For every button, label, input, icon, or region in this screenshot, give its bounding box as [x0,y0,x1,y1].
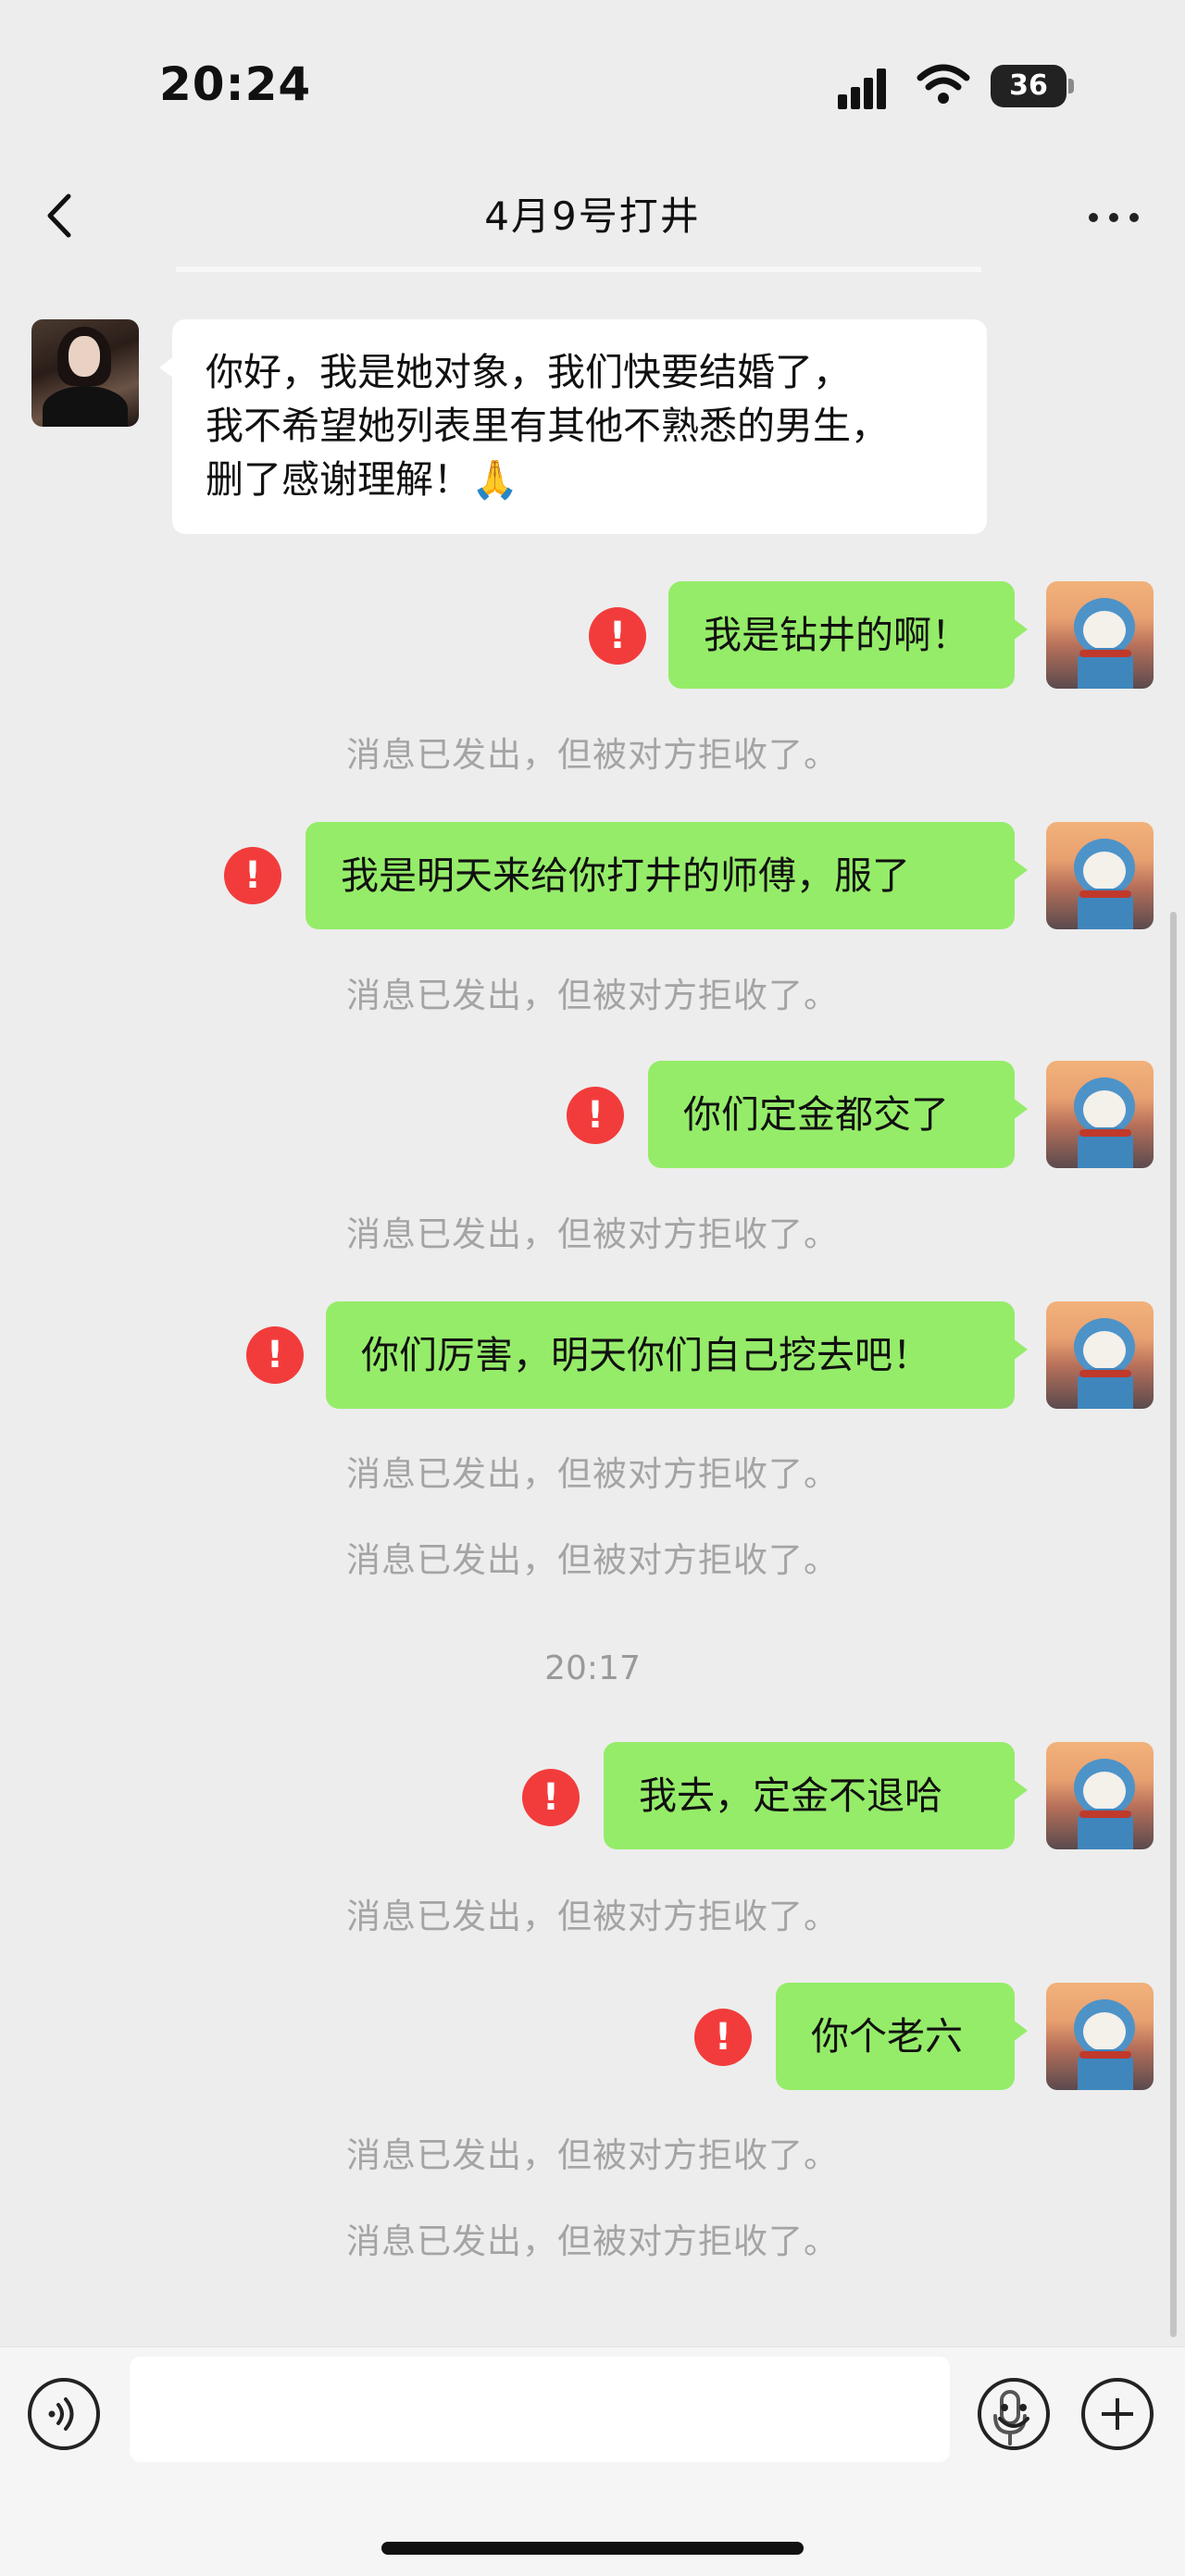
outgoing-message-text: 你们定金都交了 [683,1092,949,1137]
outgoing-message-bubble[interactable]: 我是钻井的啊！ [668,581,1028,689]
chat-header: 4月9号打井 [0,167,1185,268]
my-avatar[interactable] [1046,822,1154,929]
signal-icon [838,68,886,109]
incoming-message-bubble[interactable]: 你好，我是她对象，我们快要结婚了， 我不希望她列表里有其他不熟悉的男生， 删了感… [159,319,987,534]
voice-icon[interactable] [28,2378,100,2450]
wifi-icon [917,64,970,104]
chat-timestamp: 20:17 [544,1649,641,1687]
battery-icon: 36 [991,65,1076,107]
outgoing-message-bubble[interactable]: 你们厉害，明天你们自己挖去吧！ [326,1301,1028,1409]
my-avatar[interactable] [1046,1301,1154,1409]
outgoing-message-bubble[interactable]: 我是明天来给你打井的师傅，服了 [306,822,1028,929]
send-failed-icon[interactable]: ! [589,607,646,665]
outgoing-message-text: 我去，定金不退哈 [639,1773,942,1818]
outgoing-message-bubble[interactable]: 你们定金都交了 [648,1061,1028,1168]
outgoing-message-text: 你们厉害，明天你们自己挖去吧！ [361,1333,930,1377]
more-icon[interactable] [1083,204,1148,231]
input-bar [0,2346,1185,2576]
my-avatar[interactable] [1046,581,1154,689]
rejected-notice: 消息已发出，但被对方拒收了。 [346,735,839,775]
my-avatar[interactable] [1046,1983,1154,2090]
scrollbar[interactable] [1170,912,1177,2337]
plus-icon[interactable] [1081,2378,1154,2450]
contact-avatar[interactable] [31,319,139,427]
rejected-notice: 消息已发出，但被对方拒收了。 [346,1454,839,1494]
status-time: 20:24 [159,57,312,111]
rejected-notice: 消息已发出，但被对方拒收了。 [346,1897,839,1936]
rejected-notice: 消息已发出，但被对方拒收了。 [346,1214,839,1254]
my-avatar[interactable] [1046,1742,1154,1849]
send-failed-icon[interactable]: ! [224,847,281,904]
rejected-notice: 消息已发出，但被对方拒收了。 [346,976,839,1015]
rejected-notice: 消息已发出，但被对方拒收了。 [346,1540,839,1580]
outgoing-message-text: 我是钻井的啊！ [704,613,969,657]
chat-title: 4月9号打井 [484,193,701,239]
status-bar: 20:24 36 [0,0,1185,167]
outgoing-message-bubble[interactable]: 你个老六 [776,1983,1028,2090]
battery-level: 36 [1009,69,1048,102]
home-indicator [381,2542,804,2555]
send-failed-icon[interactable]: ! [522,1769,580,1826]
message-input[interactable] [130,2357,1027,2462]
send-failed-icon[interactable]: ! [246,1326,304,1384]
send-failed-icon[interactable]: ! [694,2009,752,2066]
send-failed-icon[interactable]: ! [567,1087,624,1144]
rejected-notice: 消息已发出，但被对方拒收了。 [346,2135,839,2175]
outgoing-message-text: 你个老六 [811,2014,963,2059]
header-divider [176,267,981,272]
outgoing-message-bubble[interactable]: 我去，定金不退哈 [604,1742,1028,1849]
emoji-icon[interactable] [978,2378,1050,2450]
incoming-message-text: 你好，我是她对象，我们快要结婚了， 我不希望她列表里有其他不熟悉的男生， 删了感… [206,350,889,502]
back-arrow-icon[interactable] [37,183,93,248]
my-avatar[interactable] [1046,1061,1154,1168]
outgoing-message-text: 我是明天来给你打井的师傅，服了 [341,853,910,898]
rejected-notice: 消息已发出，但被对方拒收了。 [346,2221,839,2261]
